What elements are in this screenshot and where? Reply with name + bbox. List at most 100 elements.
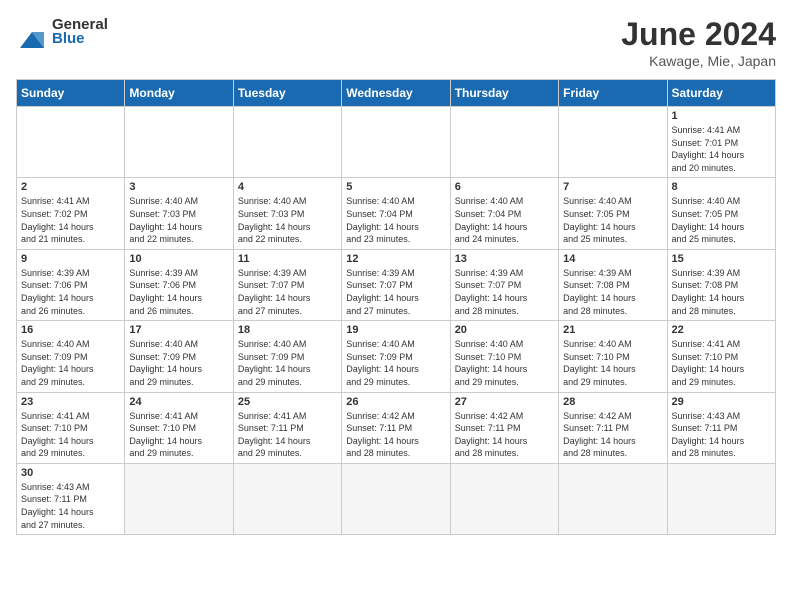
day-number: 10: [129, 253, 228, 265]
day-number: 16: [21, 324, 120, 336]
calendar-day-cell: 23 Sunrise: 4:41 AM Sunset: 7:10 PM Dayli…: [17, 392, 125, 463]
weekday-header: Monday: [125, 80, 233, 107]
day-info: Sunrise: 4:39 AM Sunset: 7:06 PM Dayligh…: [129, 267, 228, 317]
weekday-header: Saturday: [667, 80, 775, 107]
calendar-day-cell: [233, 107, 341, 178]
logo-text-block: General Blue: [52, 17, 108, 48]
day-info: Sunrise: 4:40 AM Sunset: 7:04 PM Dayligh…: [346, 195, 445, 245]
day-number: 13: [455, 253, 554, 265]
calendar-week-row: 2Sunrise: 4:41 AM Sunset: 7:02 PM Daylig…: [17, 178, 776, 249]
day-info: Sunrise: 4:43 AM Sunset: 7:11 PM Dayligh…: [21, 481, 120, 531]
day-number: 3: [129, 181, 228, 193]
day-info: Sunrise: 4:41 AM Sunset: 7:10 PM Dayligh…: [129, 410, 228, 460]
weekday-header: Sunday: [17, 80, 125, 107]
location: Kawage, Mie, Japan: [621, 53, 776, 69]
day-number: 20: [455, 324, 554, 336]
calendar-day-cell: [342, 463, 450, 534]
weekday-header: Wednesday: [342, 80, 450, 107]
day-info: Sunrise: 4:39 AM Sunset: 7:07 PM Dayligh…: [346, 267, 445, 317]
day-info: Sunrise: 4:41 AM Sunset: 7:11 PM Dayligh…: [238, 410, 337, 460]
calendar-day-cell: [450, 107, 558, 178]
calendar-day-cell: 7Sunrise: 4:40 AM Sunset: 7:05 PM Daylig…: [559, 178, 667, 249]
calendar-day-cell: 11 Sunrise: 4:39 AM Sunset: 7:07 PM Dayli…: [233, 249, 341, 320]
calendar-day-cell: 12 Sunrise: 4:39 AM Sunset: 7:07 PM Dayli…: [342, 249, 450, 320]
calendar-day-cell: 5 Sunrise: 4:40 AM Sunset: 7:04 PM Daylig…: [342, 178, 450, 249]
calendar-week-row: 16 Sunrise: 4:40 AM Sunset: 7:09 PM Dayli…: [17, 321, 776, 392]
day-number: 15: [672, 253, 771, 265]
calendar-day-cell: 13 Sunrise: 4:39 AM Sunset: 7:07 PM Dayli…: [450, 249, 558, 320]
calendar-day-cell: 30Sunrise: 4:43 AM Sunset: 7:11 PM Dayli…: [17, 463, 125, 534]
calendar-week-row: 9Sunrise: 4:39 AM Sunset: 7:06 PM Daylig…: [17, 249, 776, 320]
calendar-day-cell: 27Sunrise: 4:42 AM Sunset: 7:11 PM Dayli…: [450, 392, 558, 463]
day-number: 28: [563, 396, 662, 408]
day-number: 5: [346, 181, 445, 193]
calendar-day-cell: 6Sunrise: 4:40 AM Sunset: 7:04 PM Daylig…: [450, 178, 558, 249]
month-year: June 2024: [621, 16, 776, 53]
day-number: 26: [346, 396, 445, 408]
calendar-day-cell: [125, 463, 233, 534]
day-number: 19: [346, 324, 445, 336]
day-number: 21: [563, 324, 662, 336]
calendar-day-cell: [450, 463, 558, 534]
day-number: 6: [455, 181, 554, 193]
day-info: Sunrise: 4:42 AM Sunset: 7:11 PM Dayligh…: [346, 410, 445, 460]
calendar-day-cell: 14 Sunrise: 4:39 AM Sunset: 7:08 PM Dayli…: [559, 249, 667, 320]
day-info: Sunrise: 4:40 AM Sunset: 7:09 PM Dayligh…: [21, 338, 120, 388]
weekday-header: Tuesday: [233, 80, 341, 107]
logo-blue: Blue: [52, 31, 108, 48]
calendar-day-cell: [559, 107, 667, 178]
day-info: Sunrise: 4:41 AM Sunset: 7:01 PM Dayligh…: [672, 124, 771, 174]
day-number: 27: [455, 396, 554, 408]
calendar-day-cell: 1 Sunrise: 4:41 AM Sunset: 7:01 PM Daylig…: [667, 107, 775, 178]
day-number: 25: [238, 396, 337, 408]
day-info: Sunrise: 4:40 AM Sunset: 7:05 PM Dayligh…: [672, 195, 771, 245]
logo-icon: [16, 16, 48, 48]
calendar-header-row: SundayMondayTuesdayWednesdayThursdayFrid…: [17, 80, 776, 107]
day-number: 14: [563, 253, 662, 265]
calendar-day-cell: [559, 463, 667, 534]
day-info: Sunrise: 4:41 AM Sunset: 7:02 PM Dayligh…: [21, 195, 120, 245]
calendar-day-cell: [233, 463, 341, 534]
calendar-day-cell: 26 Sunrise: 4:42 AM Sunset: 7:11 PM Dayli…: [342, 392, 450, 463]
calendar-day-cell: [125, 107, 233, 178]
day-info: Sunrise: 4:39 AM Sunset: 7:08 PM Dayligh…: [563, 267, 662, 317]
calendar-week-row: 1 Sunrise: 4:41 AM Sunset: 7:01 PM Daylig…: [17, 107, 776, 178]
calendar-day-cell: 18Sunrise: 4:40 AM Sunset: 7:09 PM Dayli…: [233, 321, 341, 392]
day-info: Sunrise: 4:39 AM Sunset: 7:07 PM Dayligh…: [238, 267, 337, 317]
calendar-day-cell: [342, 107, 450, 178]
calendar-day-cell: 21Sunrise: 4:40 AM Sunset: 7:10 PM Dayli…: [559, 321, 667, 392]
calendar-day-cell: 4 Sunrise: 4:40 AM Sunset: 7:03 PM Daylig…: [233, 178, 341, 249]
day-info: Sunrise: 4:39 AM Sunset: 7:07 PM Dayligh…: [455, 267, 554, 317]
calendar-day-cell: 9Sunrise: 4:39 AM Sunset: 7:06 PM Daylig…: [17, 249, 125, 320]
calendar-day-cell: [17, 107, 125, 178]
day-info: Sunrise: 4:41 AM Sunset: 7:10 PM Dayligh…: [21, 410, 120, 460]
day-info: Sunrise: 4:39 AM Sunset: 7:08 PM Dayligh…: [672, 267, 771, 317]
day-number: 23: [21, 396, 120, 408]
day-number: 1: [672, 110, 771, 122]
calendar-day-cell: 2Sunrise: 4:41 AM Sunset: 7:02 PM Daylig…: [17, 178, 125, 249]
calendar-week-row: 30Sunrise: 4:43 AM Sunset: 7:11 PM Dayli…: [17, 463, 776, 534]
calendar-day-cell: 19Sunrise: 4:40 AM Sunset: 7:09 PM Dayli…: [342, 321, 450, 392]
weekday-header: Friday: [559, 80, 667, 107]
day-number: 18: [238, 324, 337, 336]
calendar-week-row: 23 Sunrise: 4:41 AM Sunset: 7:10 PM Dayli…: [17, 392, 776, 463]
calendar-day-cell: 8 Sunrise: 4:40 AM Sunset: 7:05 PM Daylig…: [667, 178, 775, 249]
title-block: June 2024 Kawage, Mie, Japan: [621, 16, 776, 69]
day-info: Sunrise: 4:42 AM Sunset: 7:11 PM Dayligh…: [563, 410, 662, 460]
day-info: Sunrise: 4:40 AM Sunset: 7:03 PM Dayligh…: [129, 195, 228, 245]
calendar-day-cell: 17 Sunrise: 4:40 AM Sunset: 7:09 PM Dayli…: [125, 321, 233, 392]
day-number: 17: [129, 324, 228, 336]
page-header: General Blue June 2024 Kawage, Mie, Japa…: [16, 16, 776, 69]
day-number: 4: [238, 181, 337, 193]
calendar-day-cell: [667, 463, 775, 534]
day-info: Sunrise: 4:43 AM Sunset: 7:11 PM Dayligh…: [672, 410, 771, 460]
calendar-day-cell: 20Sunrise: 4:40 AM Sunset: 7:10 PM Dayli…: [450, 321, 558, 392]
day-info: Sunrise: 4:40 AM Sunset: 7:05 PM Dayligh…: [563, 195, 662, 245]
day-info: Sunrise: 4:40 AM Sunset: 7:09 PM Dayligh…: [129, 338, 228, 388]
logo-container: General Blue: [16, 16, 108, 48]
day-number: 8: [672, 181, 771, 193]
day-number: 12: [346, 253, 445, 265]
day-info: Sunrise: 4:40 AM Sunset: 7:03 PM Dayligh…: [238, 195, 337, 245]
calendar-day-cell: 16 Sunrise: 4:40 AM Sunset: 7:09 PM Dayli…: [17, 321, 125, 392]
day-number: 11: [238, 253, 337, 265]
